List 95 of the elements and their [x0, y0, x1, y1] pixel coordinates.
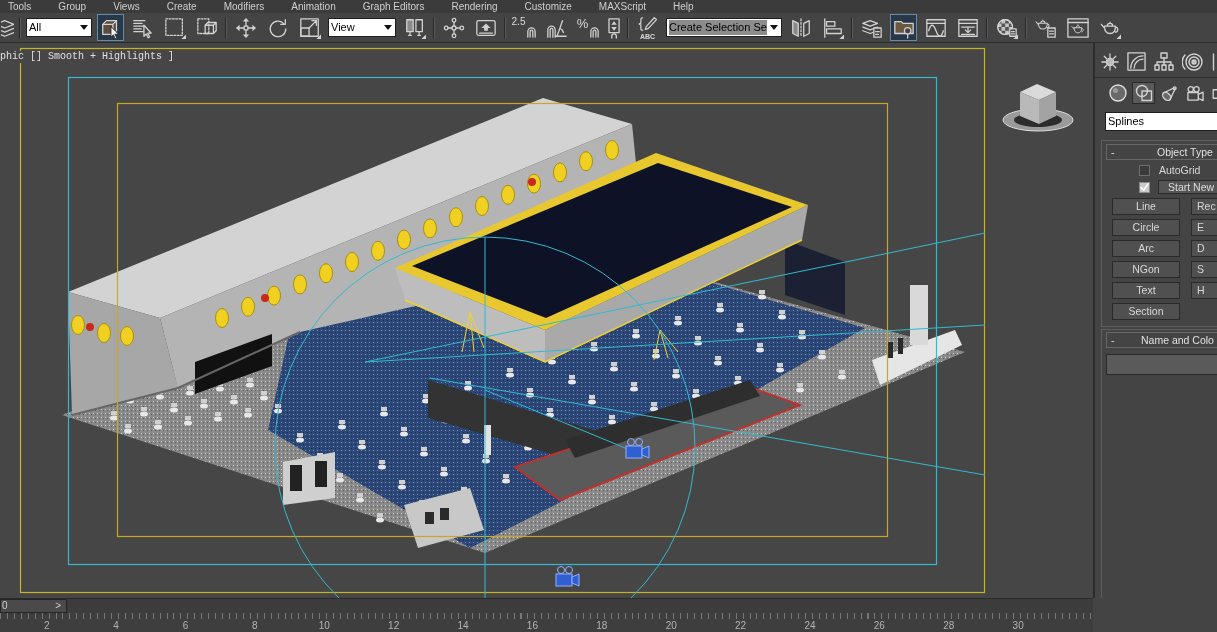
menu-item[interactable]: Help: [673, 0, 694, 13]
frame-tick-label: 18: [595, 619, 609, 632]
dropdown-arrow-icon: [770, 25, 778, 30]
object-type-button[interactable]: S: [1191, 261, 1217, 278]
menu-item[interactable]: Graph Editors: [362, 0, 425, 13]
sun-icon: [1101, 52, 1119, 71]
frame-tick-label: 30: [1011, 619, 1025, 632]
frame-tick-label: 12: [387, 619, 401, 632]
teapot-window-icon: [1066, 16, 1089, 39]
select-object-button[interactable]: [97, 14, 124, 41]
checkbox[interactable]: [1139, 181, 1150, 193]
frame-tick-label: 4: [112, 619, 120, 632]
selection-filter-dropdown[interactable]: All: [26, 18, 92, 37]
camera-icon: [625, 438, 650, 459]
frame-tick-label: 16: [525, 619, 539, 632]
dashed-rectangle-icon: [163, 16, 186, 39]
dropdown-arrow-icon: [80, 25, 88, 30]
braces-pencil-icon: [636, 15, 659, 32]
object-category-button[interactable]: [1132, 82, 1155, 104]
checkmark-icon: [1140, 182, 1149, 192]
frame-tick-label: 28: [942, 619, 956, 632]
object-type-button[interactable]: NGon: [1112, 261, 1180, 278]
curve-window-icon: [924, 16, 947, 39]
object-type-button[interactable]: Rec: [1191, 198, 1217, 215]
object-type-button[interactable]: D: [1191, 240, 1217, 257]
frame-tick-label: 8: [251, 619, 259, 632]
node-graph-icon: [442, 16, 465, 39]
cube-ring-icon[interactable]: [1002, 84, 1074, 132]
magnet-icon: [589, 25, 601, 38]
checkbox[interactable]: [1139, 164, 1150, 176]
sphere-icon: [1108, 84, 1127, 102]
camera-icon: [1186, 84, 1205, 102]
time-slider-thumb[interactable]: 0 >: [0, 599, 67, 613]
rollout-header[interactable]: - Object Type: [1106, 144, 1217, 160]
object-type-button[interactable]: Arc: [1112, 240, 1180, 257]
next-frame-arrow[interactable]: >: [55, 600, 61, 612]
menu-item[interactable]: Group: [58, 0, 87, 13]
align-icon: [821, 16, 844, 39]
spinner-magnet-icon: [608, 16, 621, 39]
camera-icon: [555, 566, 580, 587]
bar-icon: [1212, 51, 1216, 72]
menu-item[interactable]: Customize: [524, 0, 572, 13]
teapot-document-icon: [1034, 16, 1057, 39]
time-slider-track[interactable]: 0 >: [0, 598, 1093, 613]
frame-tick-label: 2: [42, 619, 51, 632]
concentric-circles-icon: [1182, 51, 1204, 72]
spotlight-cone-icon: [1161, 84, 1178, 102]
rollout-header[interactable]: - Name and Colo: [1106, 332, 1217, 348]
magnet-icon: [526, 25, 538, 38]
category-dropdown[interactable]: Splines: [1105, 112, 1217, 131]
command-panel-tab[interactable]: [1154, 51, 1174, 72]
frame-tick-label: 26: [872, 619, 886, 632]
object-name-field[interactable]: [1106, 354, 1217, 375]
frame-tick-label: 14: [456, 619, 470, 632]
frame-tick-label: 24: [803, 619, 817, 632]
checker-sphere-icon: [995, 16, 1018, 39]
menu-item[interactable]: Create: [166, 0, 197, 13]
circle-square-icon: [1134, 84, 1153, 102]
object-type-button[interactable]: Section: [1112, 303, 1180, 320]
menu-item[interactable]: Rendering: [451, 0, 498, 13]
object-category-button[interactable]: [1106, 82, 1129, 104]
menu-item[interactable]: MAXScript: [598, 0, 647, 13]
menu-item[interactable]: Views: [113, 0, 140, 13]
object-type-button[interactable]: Text: [1112, 282, 1180, 299]
two-panels-icon: [403, 16, 426, 39]
snaps-toggle-button[interactable]: 2.5: [511, 14, 538, 41]
coordinate-system-dropdown[interactable]: View: [328, 18, 396, 37]
frame-counter: 0: [1, 600, 8, 612]
tree-icon: [1154, 51, 1174, 72]
menu-item[interactable]: Modifiers: [223, 0, 265, 13]
object-type-button[interactable]: E: [1191, 219, 1217, 236]
object-type-button[interactable]: Line: [1112, 198, 1180, 215]
frame-tick-label: 22: [734, 619, 748, 632]
frame-tick-label: 10: [317, 619, 331, 632]
object-type-button[interactable]: H: [1191, 282, 1217, 299]
object-type-button[interactable]: Circle: [1112, 219, 1180, 236]
named-selection-dropdown[interactable]: Create Selection Se: [666, 18, 782, 37]
track-bar[interactable]: 2 4 6 8 10 12 14 16 18 20 22 24 26 28 30: [0, 613, 1093, 632]
command-panel-tab[interactable]: [1212, 51, 1216, 72]
percent-snap-button[interactable]: %: [575, 14, 602, 41]
down-arrow-window-icon: [956, 16, 979, 39]
menu-item[interactable]: Animation: [291, 0, 336, 13]
four-arrows-icon: [234, 16, 257, 39]
menu-item[interactable]: Tools: [8, 0, 32, 13]
checkbox-label: AutoGrid: [1159, 163, 1201, 177]
mirror-icon: [789, 16, 812, 39]
start-new-shape-button[interactable]: Start New: [1158, 180, 1217, 194]
command-panel-tab[interactable]: [1127, 52, 1146, 71]
arc-square-icon: [1127, 52, 1146, 71]
frame-tick-label: 6: [181, 619, 190, 632]
command-panel-tab[interactable]: [1101, 52, 1119, 71]
ribbon-toggle-button[interactable]: [890, 14, 917, 41]
frame-tick-label: 20: [664, 619, 678, 632]
dropdown-arrow-icon: [384, 25, 392, 30]
command-panel-tab[interactable]: [1182, 51, 1204, 72]
